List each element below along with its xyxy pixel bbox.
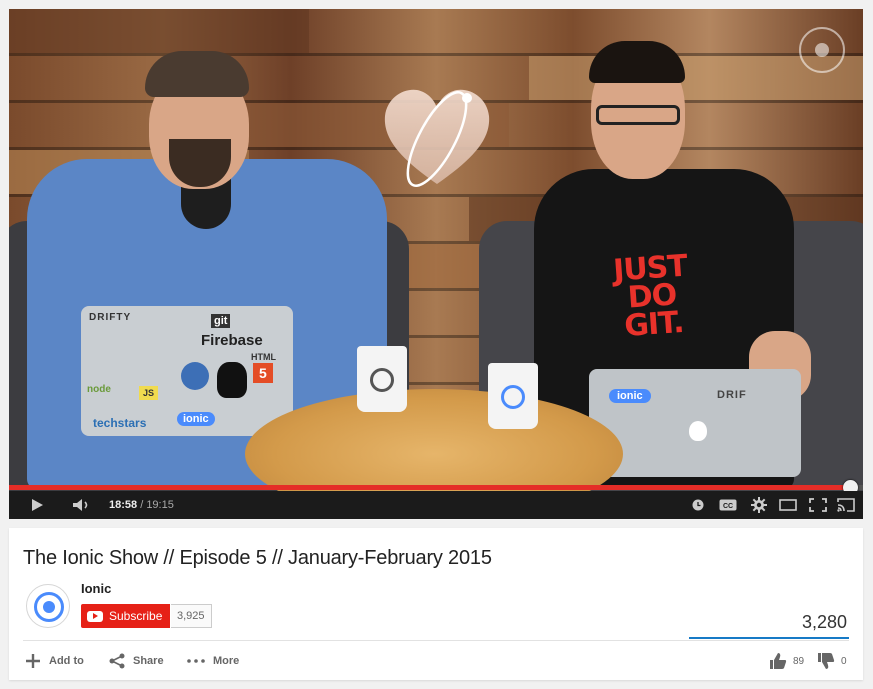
progress-played — [9, 485, 850, 490]
apple-logo-icon — [689, 421, 707, 441]
video-frame[interactable]: DRIFTY git Firebase HTML 5 node JS techs… — [9, 9, 863, 491]
sticker-html: HTML — [251, 352, 276, 362]
like-count: 89 — [793, 655, 805, 667]
laptop-left: DRIFTY git Firebase HTML 5 node JS techs… — [81, 306, 293, 436]
youtube-logo-icon — [87, 610, 103, 622]
video-player[interactable]: DRIFTY git Firebase HTML 5 node JS techs… — [9, 9, 863, 519]
sticker-html5: 5 — [253, 363, 273, 383]
divider — [23, 640, 849, 641]
duration: 19:15 — [146, 499, 174, 511]
more-dots-icon — [187, 659, 205, 663]
time-separator: / — [137, 499, 147, 511]
thumbs-up-icon — [770, 653, 787, 669]
svg-text:CC: CC — [723, 503, 733, 510]
sticker-drifty: DRIF — [717, 389, 747, 401]
view-count: 3,280 — [801, 612, 847, 632]
share-icon — [109, 653, 125, 669]
cast-button[interactable] — [835, 491, 857, 519]
like-ratio-bar — [689, 637, 849, 639]
captions-button[interactable]: CC — [717, 491, 739, 519]
watch-later-button[interactable] — [690, 491, 706, 519]
sticker-firebase: Firebase — [201, 332, 263, 349]
heart-icon — [384, 89, 490, 187]
theater-mode-button[interactable] — [777, 491, 799, 519]
volume-button[interactable] — [69, 491, 95, 519]
cast-icon — [837, 498, 855, 512]
subscribe-button[interactable]: Subscribe — [81, 604, 171, 628]
sticker-ionic: ionic — [609, 389, 651, 403]
more-label: More — [213, 655, 240, 667]
channel-avatar[interactable] — [26, 584, 70, 628]
sticker-git: git — [211, 314, 231, 328]
fullscreen-icon — [809, 498, 827, 512]
gear-icon — [751, 497, 767, 513]
more-button[interactable]: More — [187, 652, 239, 670]
share-label: Share — [133, 655, 164, 667]
add-to-button[interactable]: Add to — [25, 652, 84, 670]
sticker-bug-icon — [181, 362, 209, 390]
fullscreen-button[interactable] — [807, 491, 829, 519]
wood-plank — [9, 9, 309, 53]
channel-name[interactable]: Ionic — [81, 581, 111, 596]
time-display: 18:58 / 19:15 — [109, 491, 174, 519]
player-controls: 18:58 / 19:15 CC — [9, 491, 863, 519]
sticker-js: JS — [139, 386, 159, 400]
video-info-card: The Ionic Show // Episode 5 // January-F… — [9, 528, 863, 680]
sticker-tux-icon — [217, 362, 247, 398]
theater-mode-icon — [779, 499, 797, 511]
progress-bar[interactable] — [9, 480, 863, 495]
like-button[interactable]: 89 — [769, 651, 804, 671]
plus-icon — [26, 654, 40, 668]
subscriber-count: 3,925 — [171, 604, 212, 628]
share-button[interactable]: Share — [109, 652, 164, 670]
sticker-techstars: techstars — [93, 416, 147, 430]
volume-icon — [73, 499, 88, 511]
subscribe-label: Subscribe — [109, 609, 163, 623]
current-time: 18:58 — [109, 499, 138, 511]
ionic-watermark-icon — [799, 27, 845, 73]
shirt-slogan: JUST DO GIT. — [604, 249, 700, 344]
mug-left — [357, 346, 407, 412]
sticker-drifty: DRIFTY — [89, 312, 132, 323]
dislike-count: 0 — [841, 655, 847, 667]
dislike-button[interactable]: 0 — [817, 651, 847, 671]
play-button[interactable] — [25, 491, 49, 519]
cc-icon: CC — [719, 499, 737, 511]
play-icon — [32, 499, 43, 511]
video-title: The Ionic Show // Episode 5 // January-F… — [23, 547, 492, 569]
thumbs-down-icon — [818, 653, 835, 669]
mug-right — [488, 363, 538, 429]
sticker-ionic: ionic — [177, 412, 215, 426]
sticker-node: node — [87, 384, 111, 395]
add-to-label: Add to — [49, 655, 84, 667]
settings-button[interactable] — [749, 491, 769, 519]
clock-icon — [692, 499, 704, 511]
